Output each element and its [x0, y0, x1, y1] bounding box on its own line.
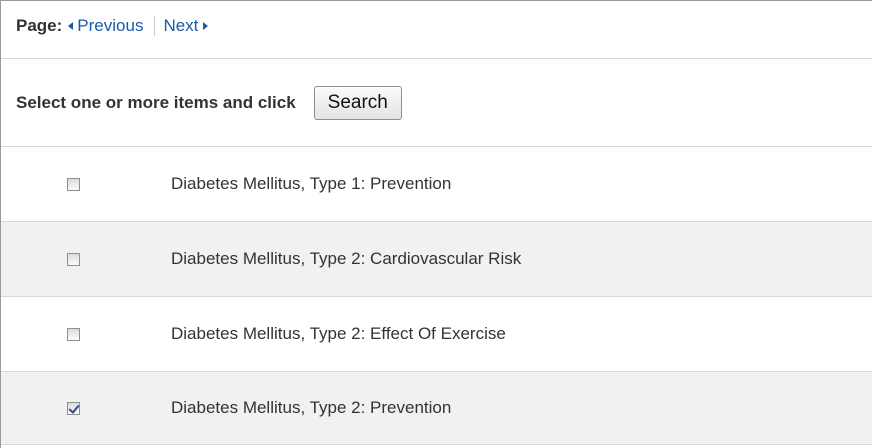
list-item: Diabetes Mellitus, Type 2: Effect Of Exe…: [1, 297, 872, 372]
pager-divider: [154, 16, 156, 36]
search-button[interactable]: Search: [313, 85, 402, 120]
item-checkbox[interactable]: [67, 252, 80, 266]
page-label: Page:: [16, 16, 63, 35]
item-list: Diabetes Mellitus, Type 1: Prevention Di…: [1, 147, 872, 445]
item-label: Diabetes Mellitus, Type 2: Cardiovascula…: [171, 249, 522, 268]
list-item: Diabetes Mellitus, Type 2: Prevention: [1, 372, 872, 445]
arrow-left-icon: [68, 22, 74, 30]
item-checkbox[interactable]: [67, 327, 80, 341]
results-panel: Page: Previous Next Select one or more i…: [0, 0, 872, 448]
next-link-label: Next: [163, 16, 199, 35]
list-item: Diabetes Mellitus, Type 1: Prevention: [1, 147, 872, 222]
next-link[interactable]: Next: [163, 16, 209, 36]
item-checkbox[interactable]: [67, 401, 80, 415]
previous-link[interactable]: Previous: [68, 16, 143, 36]
arrow-right-icon: [203, 22, 209, 30]
search-action-bar: Select one or more items and click Searc…: [1, 58, 872, 147]
item-checkbox[interactable]: [67, 177, 80, 191]
item-label: Diabetes Mellitus, Type 2: Prevention: [171, 398, 452, 417]
pagination-bar: Page: Previous Next: [1, 1, 872, 58]
previous-link-label: Previous: [77, 16, 144, 35]
item-label: Diabetes Mellitus, Type 1: Prevention: [171, 174, 452, 193]
list-item: Diabetes Mellitus, Type 2: Cardiovascula…: [1, 222, 872, 297]
selection-instruction: Select one or more items and click: [16, 92, 296, 112]
item-label: Diabetes Mellitus, Type 2: Effect Of Exe…: [171, 324, 506, 343]
